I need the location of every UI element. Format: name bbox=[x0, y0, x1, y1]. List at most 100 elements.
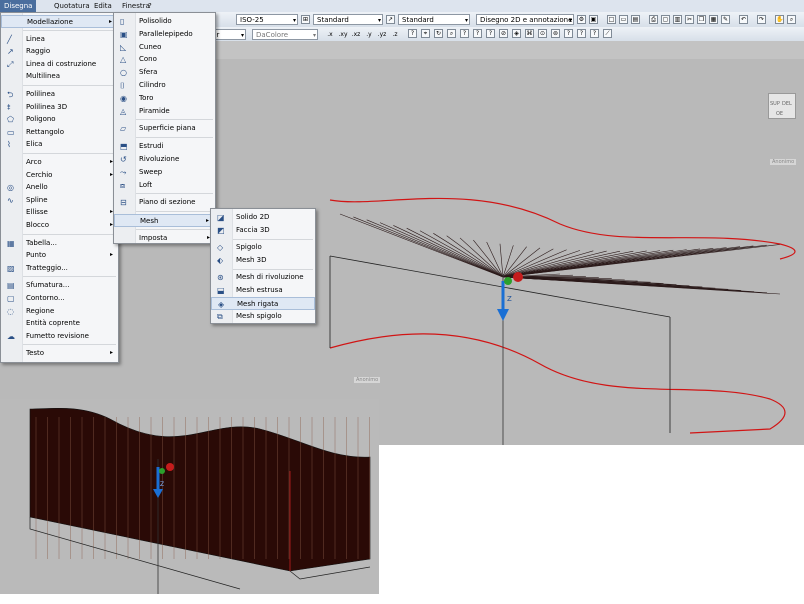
zoom-icon[interactable]: ⌕ bbox=[787, 15, 796, 24]
menu-item-arco[interactable]: Arco ▸ bbox=[1, 156, 118, 169]
ucs-button-3[interactable]: .y bbox=[363, 29, 375, 40]
tablestyle-combo[interactable]: Standard ▾ bbox=[313, 14, 383, 25]
menu-item-ellisse[interactable]: Ellisse ▸ bbox=[1, 206, 118, 219]
dimstyle-manager-icon[interactable]: ⊞ bbox=[301, 15, 310, 24]
mleader-icon[interactable]: ↗ bbox=[386, 15, 395, 24]
menubar-item-2[interactable]: Edita bbox=[90, 0, 116, 12]
inquiry-tool-icon[interactable]: ⌘ bbox=[525, 29, 534, 38]
viewcube-face-top[interactable]: SUP bbox=[770, 101, 780, 107]
inquiry-tool-icon[interactable]: ⊚ bbox=[551, 29, 560, 38]
menu-item-piano-di-sezione[interactable]: ⊟ Piano di sezione bbox=[114, 196, 215, 209]
menu-item-rivoluzione[interactable]: ↺ Rivoluzione bbox=[114, 153, 215, 166]
menu-item-tratteggio[interactable]: ▨ Tratteggio... bbox=[1, 262, 118, 275]
inquiry-tool-icon[interactable]: ? bbox=[577, 29, 586, 38]
menu-item-contorno[interactable]: ▢ Contorno... bbox=[1, 292, 118, 305]
menu-item-loft[interactable]: ⧈ Loft bbox=[114, 179, 215, 192]
print-icon[interactable]: ⎙ bbox=[649, 15, 658, 24]
publish-icon[interactable]: ▥ bbox=[673, 15, 682, 24]
menubar-item-4[interactable]: ? bbox=[144, 0, 156, 12]
dimstyle-combo[interactable]: ISO-25 ▾ bbox=[236, 14, 298, 25]
color-combo[interactable]: DaColore ▾ bbox=[252, 29, 318, 40]
menu-item-cilindro[interactable]: ⌷ Cilindro bbox=[114, 79, 215, 92]
paste-icon[interactable]: ▦ bbox=[709, 15, 718, 24]
menu-item-polilinea[interactable]: ⮌ Polilinea bbox=[1, 88, 118, 101]
viewcube[interactable]: SUP DEL OE bbox=[760, 89, 798, 125]
ucs-button-1[interactable]: .xy bbox=[337, 29, 349, 40]
menu-item-poligono[interactable]: ⬠ Poligono bbox=[1, 113, 118, 126]
menu-item-mesh-3d[interactable]: ⬖ Mesh 3D bbox=[211, 254, 315, 267]
menubar-item-0[interactable]: Disegna bbox=[0, 0, 37, 12]
menu-item-testo[interactable]: Testo ▸ bbox=[1, 347, 118, 360]
menu-item-fumetto-revisione[interactable]: ☁ Fumetto revisione bbox=[1, 330, 118, 343]
inquiry-tool-icon[interactable]: ⊙ bbox=[538, 29, 547, 38]
undo-icon[interactable]: ↶ bbox=[739, 15, 748, 24]
ucs-button-0[interactable]: .x bbox=[324, 29, 336, 40]
pan-icon[interactable]: ✋ bbox=[775, 15, 784, 24]
cut-icon[interactable]: ✂ bbox=[685, 15, 694, 24]
menu-item-estrudi[interactable]: ⬒ Estrudi bbox=[114, 140, 215, 153]
save-icon[interactable]: ▤ bbox=[631, 15, 640, 24]
menu-item-linea-di-costruzione[interactable]: ⤢ Linea di costruzione bbox=[1, 58, 118, 71]
menu-item-imposta[interactable]: Imposta ▸ bbox=[114, 232, 215, 245]
ucs-button-2[interactable]: .xz bbox=[350, 29, 362, 40]
ucs-button-5[interactable]: .z bbox=[389, 29, 401, 40]
menu-item-mesh-estrusa[interactable]: ⬓ Mesh estrusa bbox=[211, 284, 315, 297]
gear-icon[interactable]: ⚙ bbox=[577, 15, 586, 24]
inquiry-tool-icon[interactable]: ? bbox=[473, 29, 482, 38]
menubar-item-1[interactable]: Quotatura bbox=[50, 0, 94, 12]
inquiry-tool-icon[interactable]: ⟋ bbox=[603, 29, 612, 38]
menu-item-rettangolo[interactable]: ▭ Rettangolo bbox=[1, 126, 118, 139]
inquiry-tool-icon[interactable]: ↻ bbox=[434, 29, 443, 38]
menu-item-mesh-di-rivoluzione[interactable]: ⊛ Mesh di rivoluzione bbox=[211, 271, 315, 284]
menu-item-spigolo[interactable]: ◇ Spigolo bbox=[211, 241, 315, 254]
inquiry-tool-icon[interactable]: ⊘ bbox=[499, 29, 508, 38]
menu-item-entità-coprente[interactable]: Entità coprente bbox=[1, 317, 118, 330]
mleaderstyle-combo[interactable]: Standard ▾ bbox=[398, 14, 470, 25]
new-file-icon[interactable]: □ bbox=[607, 15, 616, 24]
inquiry-tool-icon[interactable]: ⌕ bbox=[447, 29, 456, 38]
workspace-combo[interactable]: Disegno 2D e annotazione ▾ bbox=[476, 14, 574, 25]
menu-item-anello[interactable]: ◎ Anello bbox=[1, 181, 118, 194]
menu-item-mesh-spigolo[interactable]: ⧉ Mesh spigolo bbox=[211, 310, 315, 323]
menu-item-sfumatura[interactable]: ▤ Sfumatura... bbox=[1, 279, 118, 292]
inquiry-tool-icon[interactable]: ⌖ bbox=[421, 29, 430, 38]
inquiry-tool-icon[interactable]: ? bbox=[564, 29, 573, 38]
menu-item-tabella[interactable]: ▦ Tabella... bbox=[1, 237, 118, 250]
viewcube-face-side[interactable]: OE bbox=[776, 111, 783, 117]
menu-item-mesh[interactable]: Mesh ▸ bbox=[114, 214, 215, 227]
workspace-settings-icon[interactable]: ▣ bbox=[589, 15, 598, 24]
open-folder-icon[interactable]: ▭ bbox=[619, 15, 628, 24]
menu-item-raggio[interactable]: ↗ Raggio bbox=[1, 45, 118, 58]
menu-item-faccia-3d[interactable]: ◩ Faccia 3D bbox=[211, 224, 315, 237]
menu-item-polilinea-3d[interactable]: ⯒ Polilinea 3D bbox=[1, 101, 118, 114]
menu-item-elica[interactable]: ⌇ Elica bbox=[1, 138, 118, 151]
menu-item-solido-2d[interactable]: ◪ Solido 2D bbox=[211, 211, 315, 224]
menu-item-blocco[interactable]: Blocco ▸ bbox=[1, 219, 118, 232]
menu-item-mesh-rigata[interactable]: ◈ Mesh rigata bbox=[211, 297, 315, 310]
menu-item-sfera[interactable]: ○ Sfera bbox=[114, 66, 215, 79]
viewcube-wcs-label[interactable]: Anonimo bbox=[770, 159, 797, 165]
menu-item-cono[interactable]: △ Cono bbox=[114, 53, 215, 66]
viewcube-face-front[interactable]: DEL bbox=[782, 101, 792, 107]
menu-item-multilinea[interactable]: Multilinea bbox=[1, 70, 118, 83]
ucs-button-4[interactable]: .yz bbox=[376, 29, 388, 40]
inquiry-tool-icon[interactable]: ? bbox=[590, 29, 599, 38]
menu-item-cuneo[interactable]: ◺ Cuneo bbox=[114, 41, 215, 54]
menu-item-regione[interactable]: ◌ Regione bbox=[1, 305, 118, 318]
redo-icon[interactable]: ↷ bbox=[757, 15, 766, 24]
inquiry-tool-icon[interactable]: ◈ bbox=[512, 29, 521, 38]
menu-item-spline[interactable]: ∿ Spline bbox=[1, 194, 118, 207]
menu-item-cerchio[interactable]: Cerchio ▸ bbox=[1, 169, 118, 182]
match-properties-icon[interactable]: ✎ bbox=[721, 15, 730, 24]
menu-item-punto[interactable]: Punto ▸ bbox=[1, 249, 118, 262]
inquiry-tool-icon[interactable]: ? bbox=[486, 29, 495, 38]
inquiry-tool-icon[interactable]: ? bbox=[408, 29, 417, 38]
menu-item-sweep[interactable]: ⤳ Sweep bbox=[114, 166, 215, 179]
viewport-secondary[interactable]: Z bbox=[0, 399, 379, 594]
menu-item-parallelepipedo[interactable]: ▣ Parallelepipedo bbox=[114, 28, 215, 41]
copy-icon[interactable]: ❐ bbox=[697, 15, 706, 24]
menu-item-piramide[interactable]: ◬ Piramide bbox=[114, 105, 215, 118]
menu-item-linea[interactable]: ╱ Linea bbox=[1, 33, 118, 46]
menu-item-polisolido[interactable]: ▯ Polisolido bbox=[114, 15, 215, 28]
menu-item-toro[interactable]: ◉ Toro bbox=[114, 92, 215, 105]
